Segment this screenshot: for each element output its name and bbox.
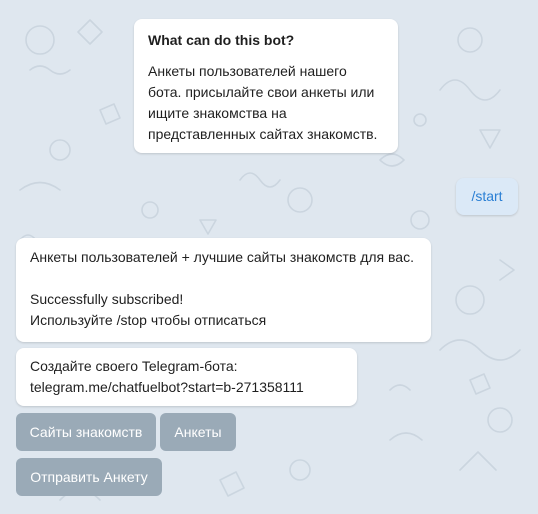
- message-line: Анкеты пользователей + лучшие сайты знак…: [30, 249, 414, 265]
- message-line: Используйте /stop чтобы отписаться: [30, 312, 267, 328]
- message-line: Создайте своего Telegram-бота:: [30, 358, 238, 374]
- keyboard-button-send-profile[interactable]: Отправить Анкету: [16, 458, 162, 496]
- incoming-message-subscription: Анкеты пользователей + лучшие сайты знак…: [16, 238, 431, 342]
- message-line: Successfully subscribed!: [30, 291, 184, 307]
- bot-info-card: What can do this bot? Анкеты пользовател…: [134, 19, 398, 153]
- keyboard-button-label: Анкеты: [174, 424, 222, 440]
- keyboard-button-profiles[interactable]: Анкеты: [160, 413, 236, 451]
- keyboard-button-label: Сайты знакомств: [29, 424, 143, 440]
- keyboard-button-label: Отправить Анкету: [30, 469, 148, 485]
- outgoing-message-start: /start: [456, 178, 518, 215]
- message-line: telegram.me/chatfuelbot?start=b-27135811…: [30, 379, 304, 395]
- keyboard-button-dating-sites[interactable]: Сайты знакомств: [16, 413, 156, 451]
- bot-info-title: What can do this bot?: [148, 32, 295, 48]
- incoming-message-chatfuel: Создайте своего Telegram-бота: telegram.…: [16, 348, 357, 406]
- message-line-blank: [30, 268, 417, 289]
- outgoing-message-text: /start: [471, 188, 503, 204]
- bot-info-description: Анкеты пользователей нашего бота. присыл…: [148, 63, 378, 142]
